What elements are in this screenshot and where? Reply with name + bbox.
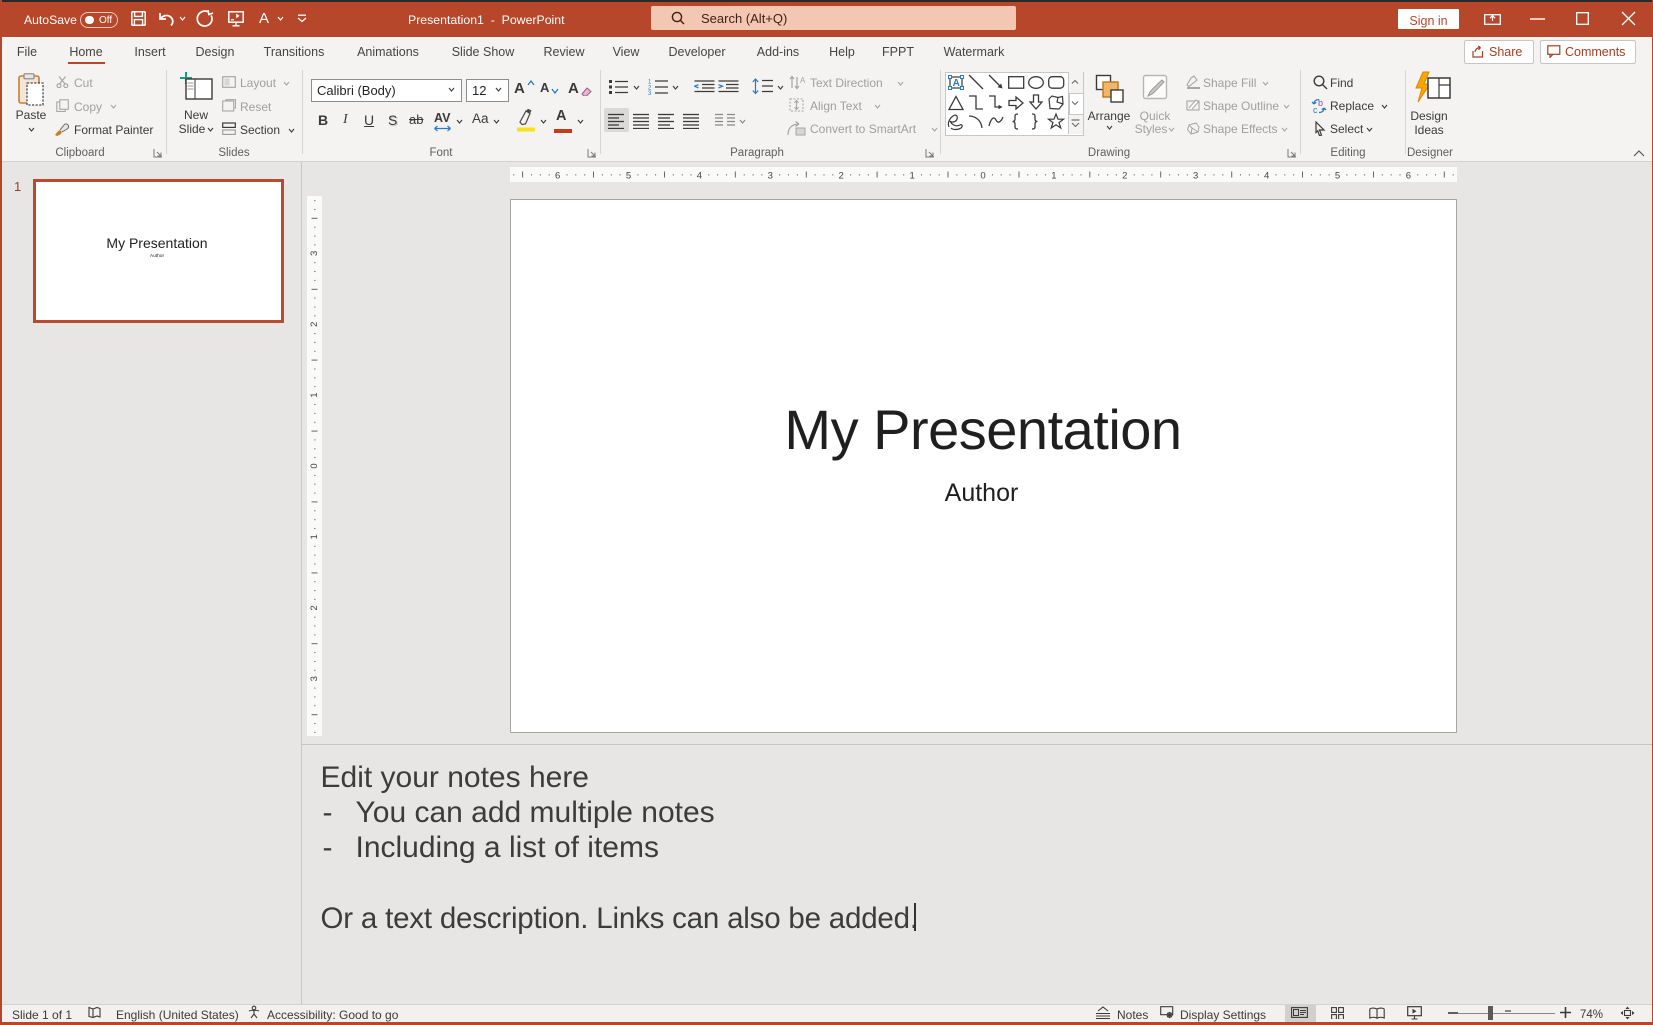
svg-text:6: 6 [555, 171, 560, 182]
svg-text:3: 3 [309, 251, 320, 256]
svg-text:2: 2 [1122, 171, 1127, 182]
svg-text:2: 2 [309, 322, 320, 327]
svg-text:1: 1 [909, 171, 914, 182]
svg-text:5: 5 [1335, 171, 1340, 182]
svg-text:3: 3 [768, 171, 773, 182]
svg-text:5: 5 [626, 171, 631, 182]
svg-text:A: A [953, 78, 960, 89]
svg-text:b: b [1318, 98, 1323, 108]
svg-text:3: 3 [1193, 171, 1198, 182]
svg-text:0: 0 [980, 171, 985, 182]
svg-text:4: 4 [697, 171, 702, 182]
svg-text:1: 1 [309, 534, 320, 539]
svg-text:3: 3 [309, 676, 320, 681]
svg-text:2: 2 [309, 605, 320, 610]
svg-text:1: 1 [1051, 171, 1056, 182]
svg-text:2: 2 [839, 171, 844, 182]
svg-text:6: 6 [1406, 171, 1411, 182]
svg-text:0: 0 [309, 463, 320, 468]
svg-text:4: 4 [1264, 171, 1269, 182]
svg-text:1: 1 [309, 392, 320, 397]
